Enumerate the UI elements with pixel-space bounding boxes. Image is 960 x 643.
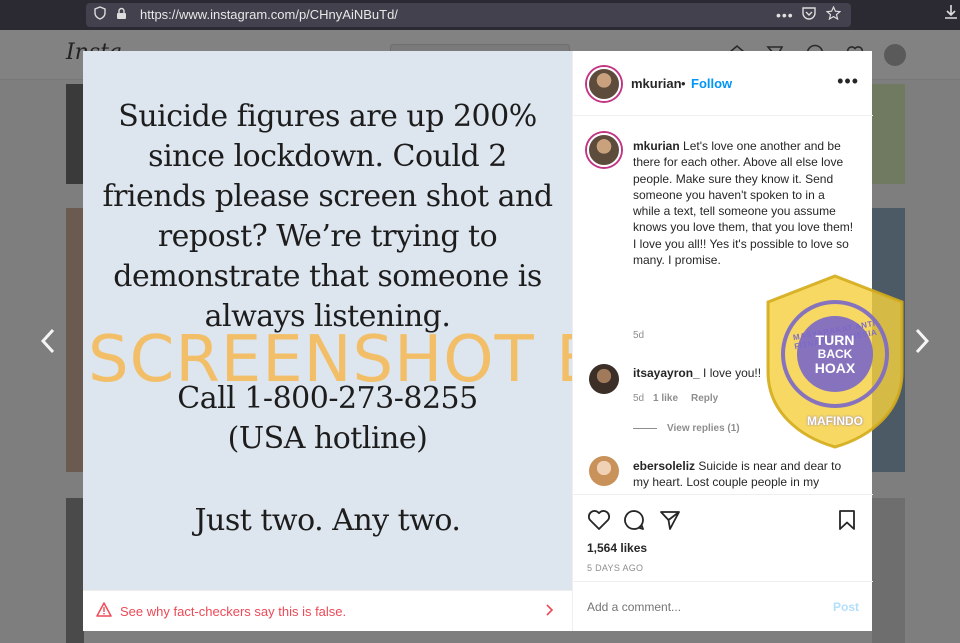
badge-bottom-text: MAFINDO <box>807 414 863 428</box>
warning-icon <box>96 602 112 622</box>
post-header: mkurian • Follow ••• <box>573 51 873 116</box>
post-date: 5 DAYS AGO <box>587 563 644 573</box>
shield-icon[interactable] <box>94 3 106 27</box>
author-avatar[interactable] <box>587 67 621 101</box>
post-image-text: friends please screen shot and <box>102 179 553 214</box>
post-image-text: (USA hotline) <box>227 421 428 456</box>
like-heart-icon[interactable] <box>587 509 611 536</box>
browser-toolbar: https://www.instagram.com/p/CHnyAiNBuTd/… <box>0 0 960 30</box>
follow-button[interactable]: Follow <box>691 76 732 91</box>
commenter-avatar[interactable] <box>589 364 619 394</box>
grid-thumbnail[interactable] <box>66 498 84 643</box>
post-comment-button[interactable]: Post <box>833 600 859 614</box>
badge-center-text-3: HOAX <box>814 360 856 376</box>
lock-icon[interactable] <box>116 3 127 27</box>
caption-text: Let's love one another and be there for … <box>633 139 854 268</box>
separator-dot: • <box>681 76 686 91</box>
address-bar[interactable]: https://www.instagram.com/p/CHnyAiNBuTd/… <box>86 3 851 27</box>
comment-text: I love you!! <box>703 366 762 380</box>
post-image-text: Suicide figures are up 200% <box>118 99 537 134</box>
comment-body: ebersoleliz Suicide is near and dear to … <box>633 458 855 494</box>
post-image[interactable]: Suicide figures are up 200% since lockdo… <box>83 51 572 590</box>
fact-check-banner[interactable]: See why fact-checkers say this is false. <box>83 590 572 631</box>
grid-thumbnail[interactable] <box>66 208 84 472</box>
caption-avatar[interactable] <box>587 133 621 167</box>
likes-count[interactable]: 1,564 likes <box>587 541 647 555</box>
previous-post-icon[interactable] <box>40 328 56 362</box>
author-username[interactable]: mkurian <box>631 76 682 91</box>
bookmark-star-icon[interactable] <box>825 3 842 27</box>
more-options-icon[interactable]: ••• <box>837 71 859 92</box>
post-image-text: demonstrate that someone is <box>113 259 542 294</box>
pocket-icon[interactable] <box>802 3 816 27</box>
reply-button[interactable]: Reply <box>691 393 718 404</box>
grid-thumbnail[interactable] <box>66 84 84 184</box>
comment-username[interactable]: itsayayron_ <box>633 366 700 380</box>
watermark-text: SCREENSHOT BY <box>88 323 572 397</box>
comment-likes[interactable]: 1 like <box>653 393 678 404</box>
chevron-right-icon <box>546 600 554 621</box>
fact-check-link[interactable]: See why fact-checkers say this is false. <box>120 604 346 619</box>
comment-bubble-icon[interactable] <box>623 509 645 536</box>
page-actions-icon[interactable]: ••• <box>776 3 794 27</box>
caption-time: 5d <box>633 330 645 341</box>
add-comment-bar: Post <box>573 581 873 632</box>
comment-time: 5d <box>633 393 645 404</box>
badge-center-text-1: TURN <box>815 332 855 348</box>
view-replies-button[interactable]: View replies (1) <box>667 423 740 434</box>
caption-username[interactable]: mkurian <box>633 139 680 153</box>
post-image-text: Just two. Any two. <box>194 503 461 538</box>
grid-thumbnail[interactable] <box>872 84 905 184</box>
post-image-text: repost? We’re trying to <box>157 219 498 254</box>
comment-username[interactable]: ebersoleliz <box>633 459 695 473</box>
post-actions: 1,564 likes 5 DAYS AGO Post <box>573 494 873 631</box>
comment-input[interactable] <box>587 600 817 614</box>
save-bookmark-icon[interactable] <box>837 509 857 536</box>
post-image-text: since lockdown. Could 2 <box>148 139 507 174</box>
commenter-avatar[interactable] <box>589 456 619 486</box>
download-icon[interactable] <box>944 3 958 27</box>
grid-thumbnail[interactable] <box>872 498 905 643</box>
url-text[interactable]: https://www.instagram.com/p/CHnyAiNBuTd/ <box>140 7 398 22</box>
caption: mkurian Let's love one another and be th… <box>633 138 855 268</box>
replies-divider <box>633 428 657 429</box>
profile-avatar[interactable] <box>884 44 906 66</box>
post-modal: Suicide figures are up 200% since lockdo… <box>83 51 873 631</box>
mafindo-badge: MASYARAKAT ANTI FITNAH INDONESIA TURN BA… <box>762 272 908 450</box>
next-post-icon[interactable] <box>914 328 930 362</box>
share-icon[interactable] <box>659 509 681 536</box>
